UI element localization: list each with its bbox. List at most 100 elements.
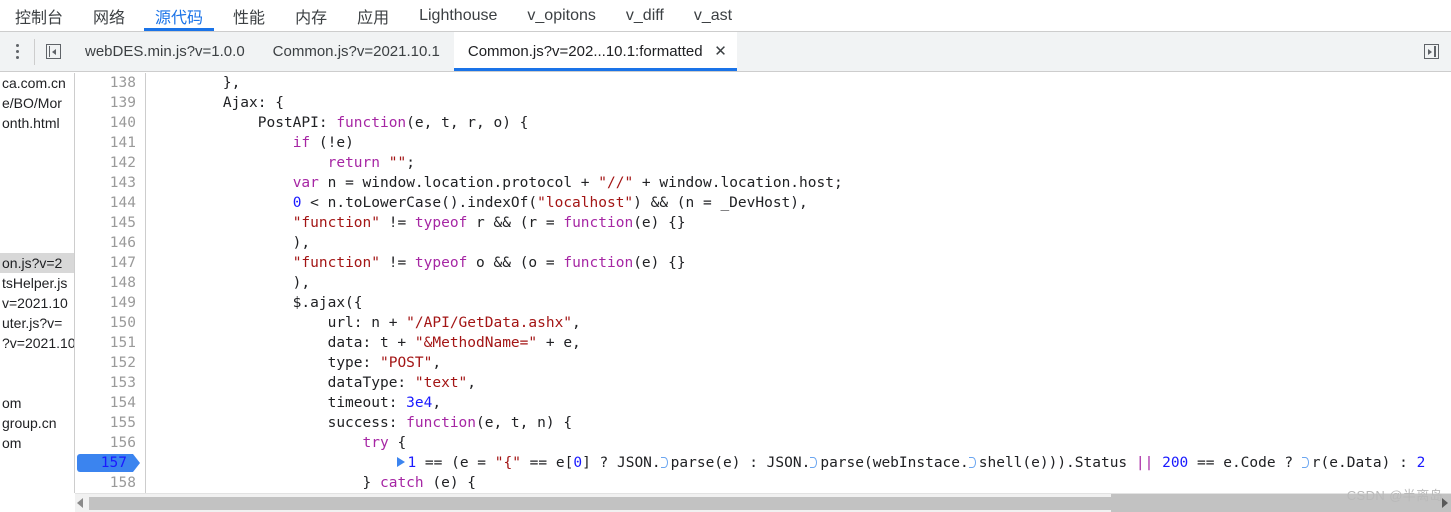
code-token: function bbox=[406, 415, 477, 431]
inline-breakpoint-icon[interactable] bbox=[1301, 457, 1312, 468]
nav-tab-9[interactable]: v_ast bbox=[679, 0, 747, 31]
code-line[interactable]: 1 == (e = "{" == e[0] ? JSON. parse(e) : … bbox=[147, 453, 1451, 473]
code-token: } bbox=[153, 475, 380, 491]
sidebar-file-item[interactable]: tsHelper.js bbox=[0, 273, 74, 293]
line-number[interactable]: 142 bbox=[75, 153, 145, 173]
line-number[interactable]: 138 bbox=[75, 73, 145, 93]
sidebar-file-item[interactable]: group.cn bbox=[0, 413, 74, 433]
code-token: type: bbox=[153, 355, 380, 371]
line-number[interactable]: 156 bbox=[75, 433, 145, 453]
line-number[interactable]: 157 bbox=[75, 453, 145, 473]
code-token: "" bbox=[388, 155, 407, 171]
code-line[interactable]: "function" != typeof o && (o = function(… bbox=[147, 253, 1451, 273]
editor-horizontal-scrollbar[interactable] bbox=[75, 493, 1451, 512]
code-line[interactable]: success: function(e, t, n) { bbox=[147, 413, 1451, 433]
line-number[interactable]: 143 bbox=[75, 173, 145, 193]
scroll-left-arrow-icon[interactable] bbox=[77, 498, 83, 508]
nav-tab-2[interactable]: 源代码 bbox=[140, 0, 218, 31]
line-number[interactable]: 158 bbox=[75, 473, 145, 493]
code-line[interactable]: url: n + "/API/GetData.ashx", bbox=[147, 313, 1451, 333]
nav-tab-5[interactable]: 应用 bbox=[342, 0, 404, 31]
code-line[interactable]: type: "POST", bbox=[147, 353, 1451, 373]
nav-tab-3[interactable]: 性能 bbox=[218, 0, 280, 31]
nav-tab-8[interactable]: v_diff bbox=[611, 0, 679, 31]
code-line[interactable]: if (!e) bbox=[147, 133, 1451, 153]
nav-tab-0[interactable]: 控制台 bbox=[0, 0, 78, 31]
line-number[interactable]: 144 bbox=[75, 193, 145, 213]
code-token: r && (r = bbox=[467, 215, 564, 231]
inline-breakpoint-icon[interactable] bbox=[968, 457, 979, 468]
line-number[interactable]: 153 bbox=[75, 373, 145, 393]
code-line[interactable]: data: t + "&MethodName=" + e, bbox=[147, 333, 1451, 353]
line-number[interactable]: 141 bbox=[75, 133, 145, 153]
nav-tab-1[interactable]: 网络 bbox=[78, 0, 140, 31]
code-token: "localhost" bbox=[537, 195, 634, 211]
code-line[interactable]: }, bbox=[147, 73, 1451, 93]
fold-arrow-icon[interactable] bbox=[397, 457, 407, 468]
editor-tab-0[interactable]: webDES.min.js?v=1.0.0 bbox=[71, 32, 259, 71]
sidebar-file-item[interactable]: om bbox=[0, 393, 74, 413]
code-token: == e[ bbox=[520, 455, 574, 471]
line-number[interactable]: 151 bbox=[75, 333, 145, 353]
sidebar-file-item[interactable]: v=2021.10 bbox=[0, 293, 74, 313]
sidebar-file-item[interactable]: uter.js?v= bbox=[0, 313, 74, 333]
code-line[interactable]: try { bbox=[147, 433, 1451, 453]
code-line[interactable]: ), bbox=[147, 233, 1451, 253]
scrollbar-thumb[interactable] bbox=[89, 497, 1111, 510]
code-line[interactable]: $.ajax({ bbox=[147, 293, 1451, 313]
code-line[interactable]: 0 < n.toLowerCase().indexOf("localhost")… bbox=[147, 193, 1451, 213]
sidebar-file-item[interactable]: e/BO/Mor bbox=[0, 93, 74, 113]
code-line[interactable]: ), bbox=[147, 273, 1451, 293]
line-number[interactable]: 140 bbox=[75, 113, 145, 133]
panel-right-icon bbox=[1423, 44, 1439, 59]
line-number[interactable]: 148 bbox=[75, 273, 145, 293]
code-token: 1 bbox=[407, 455, 417, 471]
close-icon[interactable]: ✕ bbox=[713, 43, 729, 60]
line-number[interactable]: 150 bbox=[75, 313, 145, 333]
code-line[interactable]: dataType: "text", bbox=[147, 373, 1451, 393]
editor-tab-2[interactable]: Common.js?v=202...10.1:formatted ✕ bbox=[453, 32, 737, 71]
code-token: < n.toLowerCase().indexOf( bbox=[301, 195, 538, 211]
devtools-sources-panel: 控制台 网络 源代码 性能 内存 应用 Lighthouse v_opitons v_diff v… bbox=[0, 0, 1451, 512]
code-line[interactable]: } catch (e) { bbox=[147, 473, 1451, 493]
line-number-gutter[interactable]: 138 139 140 141 142 143 144 145 146 147 148 149 150 1… bbox=[75, 73, 146, 493]
show-navigator-button[interactable] bbox=[35, 33, 71, 71]
nav-tab-4[interactable]: 内存 bbox=[280, 0, 342, 31]
nav-tab-7[interactable]: v_opitons bbox=[512, 0, 611, 31]
source-code-area[interactable]: }, Ajax: { PostAPI: function(e, t, r, o)… bbox=[147, 73, 1451, 493]
line-number[interactable]: 152 bbox=[75, 353, 145, 373]
line-number[interactable]: 154 bbox=[75, 393, 145, 413]
nav-tab-6[interactable]: Lighthouse bbox=[404, 0, 512, 31]
more-options-button[interactable] bbox=[0, 33, 34, 71]
line-number[interactable]: 139 bbox=[75, 93, 145, 113]
scrollbar-track[interactable] bbox=[1111, 494, 1451, 512]
editor-tab-1[interactable]: Common.js?v=2021.10.1 bbox=[259, 32, 454, 71]
code-token: != bbox=[380, 255, 415, 271]
scroll-right-arrow-icon[interactable] bbox=[1442, 498, 1448, 508]
code-line[interactable]: PostAPI: function(e, t, r, o) { bbox=[147, 113, 1451, 133]
line-number[interactable]: 145 bbox=[75, 213, 145, 233]
sidebar-file-item[interactable]: om bbox=[0, 433, 74, 453]
code-line[interactable]: var n = window.location.protocol + "//" … bbox=[147, 173, 1451, 193]
inline-breakpoint-icon[interactable] bbox=[810, 457, 820, 468]
sidebar-file-item[interactable]: ?v=2021.10 bbox=[0, 333, 74, 353]
sidebar-file-item[interactable]: ca.com.cn bbox=[0, 73, 74, 93]
code-line[interactable]: return ""; bbox=[147, 153, 1451, 173]
inline-breakpoint-icon[interactable] bbox=[660, 457, 671, 468]
line-number[interactable]: 155 bbox=[75, 413, 145, 433]
line-number[interactable]: 146 bbox=[75, 233, 145, 253]
line-number[interactable]: 147 bbox=[75, 253, 145, 273]
code-line[interactable]: "function" != typeof r && (r = function(… bbox=[147, 213, 1451, 233]
sidebar-file-item[interactable]: onth.html bbox=[0, 113, 74, 133]
code-token: 2 bbox=[1416, 455, 1426, 471]
navigator-sidebar[interactable]: ca.com.cn e/BO/Mor onth.html on.js?v=2 tsHel… bbox=[0, 73, 75, 512]
code-line[interactable]: timeout: 3e4, bbox=[147, 393, 1451, 413]
code-token: { bbox=[388, 435, 407, 451]
sidebar-file-item[interactable]: on.js?v=2 bbox=[0, 253, 74, 273]
show-debugger-button[interactable] bbox=[1413, 33, 1449, 71]
devtools-main-tabbar: 控制台 网络 源代码 性能 内存 应用 Lighthouse v_opitons v_diff v… bbox=[0, 0, 1451, 32]
line-number[interactable]: 149 bbox=[75, 293, 145, 313]
code-line[interactable]: Ajax: { bbox=[147, 93, 1451, 113]
editor-tab-label: webDES.min.js?v=1.0.0 bbox=[85, 43, 245, 60]
